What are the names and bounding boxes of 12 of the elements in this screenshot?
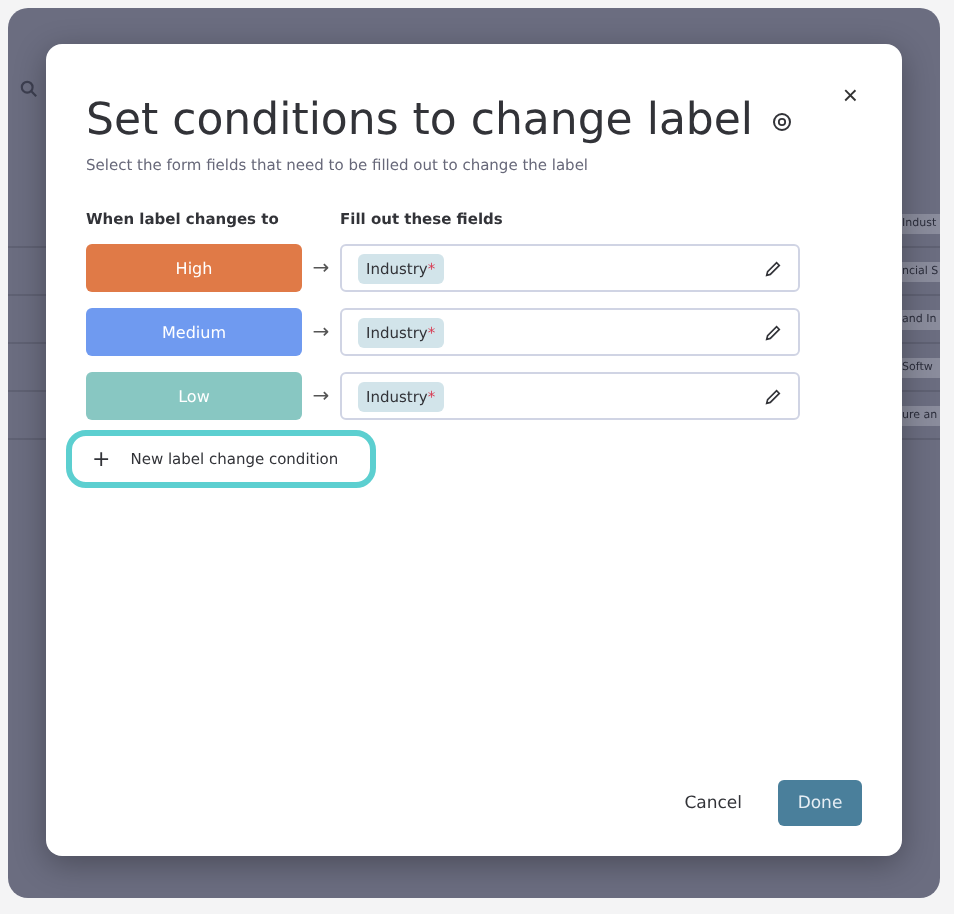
close-button[interactable]: ×: [834, 76, 866, 114]
pencil-icon[interactable]: [764, 323, 782, 341]
arrow-icon: →: [302, 385, 340, 407]
search-icon: [20, 80, 38, 98]
chat-icon: [771, 111, 792, 131]
arrow-icon: →: [302, 257, 340, 279]
pencil-icon[interactable]: [764, 259, 782, 277]
pencil-icon[interactable]: [764, 387, 782, 405]
arrow-icon: →: [302, 321, 340, 343]
cancel-button[interactable]: Cancel: [676, 781, 750, 825]
done-button[interactable]: Done: [778, 780, 862, 826]
dialog-title: Set conditions to change label: [86, 96, 754, 146]
